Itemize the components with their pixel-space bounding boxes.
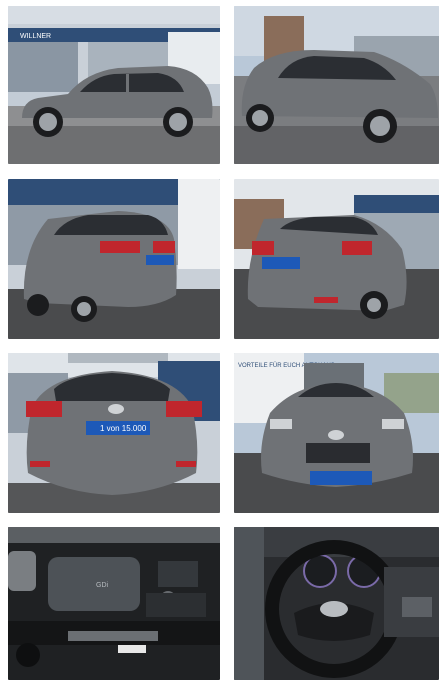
car-rear-image: 1 von 15.000: [8, 353, 220, 513]
photo-front-right-side[interactable]: [234, 6, 439, 164]
car-front-image: VORTEILE FÜR EUCH AUTOHAUS: [234, 353, 439, 513]
photo-rear-right[interactable]: [234, 179, 439, 339]
dealer-sign-text: WILLNER: [20, 33, 51, 40]
photo-rear-left[interactable]: [8, 179, 220, 339]
dashboard-image: [234, 527, 439, 680]
car-rear-left-image: [8, 179, 220, 339]
photo-steering-wheel[interactable]: [234, 527, 439, 680]
photo-front[interactable]: VORTEILE FÜR EUCH AUTOHAUS: [234, 353, 439, 513]
car-rear-right-image: [234, 179, 439, 339]
engine-bay-image: GDi: [8, 527, 220, 680]
photo-rear[interactable]: 1 von 15.000: [8, 353, 220, 513]
photo-engine-bay[interactable]: GDi: [8, 527, 220, 680]
car-side-image: [234, 6, 439, 164]
engine-badge-text: GDi: [96, 582, 109, 589]
car-side-image: WILLNER: [8, 6, 220, 164]
photo-front-left-side[interactable]: WILLNER: [8, 6, 220, 164]
license-plate-text: 1 von 15.000: [100, 424, 147, 433]
